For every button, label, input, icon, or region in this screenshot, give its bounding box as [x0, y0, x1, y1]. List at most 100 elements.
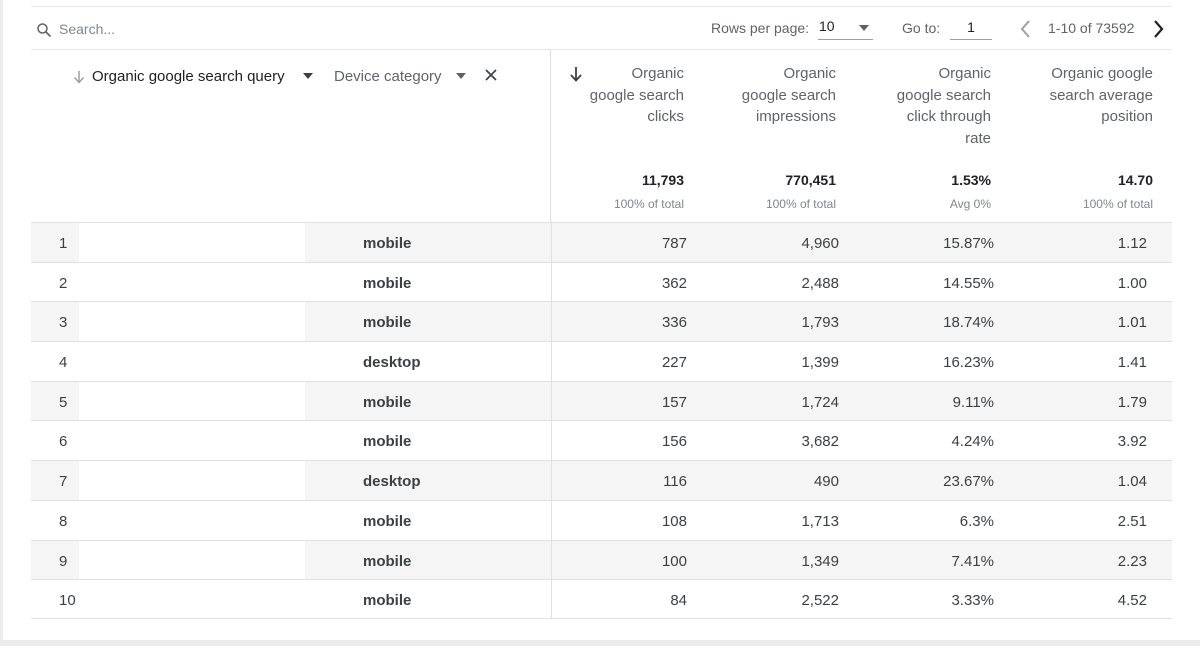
position-cell: 1.00 [1117, 274, 1147, 292]
device-dimension-header[interactable]: Device category [325, 50, 551, 222]
row-index: 5 [59, 393, 68, 411]
table-toolbar: Rows per page: 10 Go to: 1-10 of 73592 [31, 6, 1172, 50]
ctr-cell: 7.41% [951, 552, 994, 570]
position-cell: 1.01 [1117, 314, 1147, 332]
query-cell-redacted [79, 580, 305, 618]
position-cell: 3.92 [1117, 433, 1147, 451]
goto-page-input[interactable] [950, 15, 992, 40]
metric-header-impressions[interactable]: Organic google search impressions 770,451 … [703, 50, 836, 222]
device-cell: mobile [363, 512, 412, 530]
metric-name: Organic google search clicks [589, 65, 684, 125]
metric-subtotal: 100% of total [765, 197, 836, 211]
device-cell: mobile [363, 592, 412, 610]
query-cell-redacted [79, 262, 305, 302]
rows-per-page-select[interactable]: 10 [818, 15, 873, 40]
device-cell: mobile [363, 314, 412, 332]
clicks-cell: 100 [661, 552, 687, 570]
metric-header-ctr[interactable]: Organic google search click through rate 1.… [863, 50, 991, 222]
table-row[interactable]: 3 mobile 336 1,793 18.74% 1.01 [31, 301, 1172, 342]
impressions-cell: 1,724 [801, 393, 839, 411]
search-icon [37, 23, 51, 37]
device-cell: mobile [363, 433, 412, 451]
chevron-right-icon[interactable] [1149, 18, 1167, 40]
row-index: 2 [59, 274, 68, 292]
metric-total: 14.70 [1117, 172, 1153, 188]
table-row[interactable]: 6 mobile 156 3,682 4.24% 3.92 [31, 420, 1172, 461]
query-cell-redacted [79, 223, 305, 262]
table-row[interactable]: 9 mobile 100 1,349 7.41% 2.23 [31, 539, 1172, 580]
impressions-cell: 4,960 [801, 235, 839, 252]
arrow-down-icon [73, 71, 85, 84]
metric-name: Organic google search average position [1049, 65, 1153, 125]
query-cell-redacted [79, 500, 305, 540]
table-row[interactable]: 1 mobile 787 4,960 15.87% 1.12 [31, 222, 1172, 262]
ctr-cell: 14.55% [943, 274, 994, 292]
chevron-left-icon[interactable] [1017, 18, 1035, 40]
device-cell: desktop [363, 473, 421, 491]
table-row[interactable]: 5 mobile 157 1,724 9.11% 1.79 [31, 380, 1172, 421]
position-cell: 4.52 [1117, 592, 1147, 610]
table-row[interactable]: 8 mobile 108 1,713 6.3% 2.51 [31, 499, 1172, 540]
position-cell: 1.12 [1117, 235, 1147, 252]
query-cell-redacted [79, 540, 305, 580]
impressions-cell: 1,349 [801, 552, 839, 570]
ctr-cell: 23.67% [943, 473, 994, 491]
table-row[interactable]: 2 mobile 362 2,488 14.55% 1.00 [31, 261, 1172, 302]
impressions-cell: 1,713 [801, 512, 839, 530]
metric-subtotal: 100% of total [1082, 197, 1153, 211]
metric-subtotal: 100% of total [613, 197, 684, 211]
rows-per-page-value: 10 [819, 18, 835, 34]
device-dimension-label: Device category [334, 68, 442, 85]
caret-down-icon[interactable] [303, 73, 313, 79]
device-cell: mobile [363, 552, 412, 570]
device-cell: mobile [363, 393, 412, 411]
clicks-cell: 362 [661, 274, 687, 292]
metric-header-clicks[interactable]: Organic google search clicks 11,793 100% o… [563, 50, 684, 222]
ctr-cell: 4.24% [951, 433, 994, 451]
clicks-cell: 116 [663, 473, 687, 491]
impressions-cell: 2,522 [801, 592, 839, 610]
query-cell-redacted [79, 342, 305, 381]
device-cell: mobile [363, 274, 412, 292]
close-icon[interactable] [485, 69, 497, 81]
clicks-cell: 157 [661, 393, 687, 411]
metric-subtotal: Avg 0% [949, 197, 991, 211]
ctr-cell: 15.87% [943, 235, 994, 252]
metric-name: Organic google search click through rate [896, 65, 991, 147]
clicks-cell: 156 [661, 433, 687, 451]
device-cell: desktop [363, 354, 421, 372]
table-row[interactable]: 7 desktop 116 490 23.67% 1.04 [31, 460, 1172, 500]
query-cell-redacted [79, 381, 305, 421]
metric-total: 11,793 [641, 172, 684, 188]
row-index: 1 [59, 235, 68, 252]
metric-name: Organic google search impressions [741, 65, 836, 125]
row-index: 3 [59, 314, 68, 332]
clicks-cell: 227 [661, 354, 687, 372]
query-dimension-header[interactable]: Organic google search query [31, 50, 325, 222]
row-index: 9 [59, 552, 68, 570]
position-cell: 1.41 [1117, 354, 1147, 372]
impressions-cell: 1,793 [801, 314, 839, 332]
query-dimension-label: Organic google search query [92, 68, 285, 85]
impressions-cell: 3,682 [801, 433, 839, 451]
clicks-cell: 84 [670, 592, 687, 610]
metric-total: 1.53% [951, 172, 991, 188]
clicks-cell: 787 [661, 235, 687, 252]
clicks-cell: 336 [661, 314, 687, 332]
ctr-cell: 6.3% [959, 512, 994, 530]
table-row[interactable]: 10 mobile 84 2,522 3.33% 4.52 [31, 579, 1172, 619]
goto-label: Go to: [902, 20, 941, 36]
position-cell: 2.23 [1117, 552, 1147, 570]
page-range: 1-10 of 73592 [1048, 20, 1135, 36]
position-cell: 1.79 [1117, 393, 1147, 411]
query-cell-redacted [79, 421, 305, 461]
ctr-cell: 16.23% [943, 354, 994, 372]
ctr-cell: 9.11% [952, 393, 994, 411]
table-row[interactable]: 4 desktop 227 1,399 16.23% 1.41 [31, 341, 1172, 381]
metric-header-position[interactable]: Organic google search average position 14.… [1013, 50, 1153, 222]
ctr-cell: 18.74% [943, 314, 994, 332]
search-input[interactable] [59, 18, 359, 40]
row-index: 4 [59, 354, 68, 372]
device-cell: mobile [363, 235, 412, 252]
caret-down-icon[interactable] [456, 73, 466, 79]
